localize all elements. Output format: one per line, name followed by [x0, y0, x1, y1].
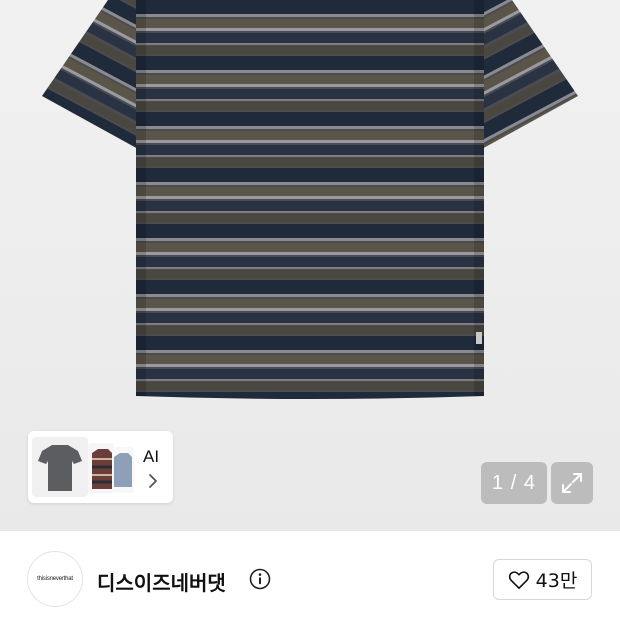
info-circle-icon[interactable]: [249, 568, 271, 590]
like-count: 43만: [535, 570, 578, 592]
ai-styling-card[interactable]: AI: [28, 431, 173, 503]
ai-label: AI: [143, 447, 160, 466]
ai-thumbnails: [32, 437, 136, 497]
product-gallery[interactable]: AI 1 / 4: [0, 0, 620, 531]
chevron-right-icon: [149, 474, 157, 488]
image-counter: 1 / 4: [481, 462, 547, 504]
seller-name[interactable]: 디스이즈네버댓: [97, 567, 226, 596]
seller-bar: thisisneverthat 디스이즈네버댓 43만: [0, 531, 620, 620]
heart-outline-icon: [508, 570, 529, 589]
expand-arrows-icon: [562, 473, 582, 493]
seller-logo: thisisneverthat: [37, 576, 73, 582]
like-button[interactable]: 43만: [493, 559, 592, 600]
expand-button[interactable]: [551, 462, 593, 504]
seller-avatar[interactable]: thisisneverthat: [27, 551, 83, 607]
